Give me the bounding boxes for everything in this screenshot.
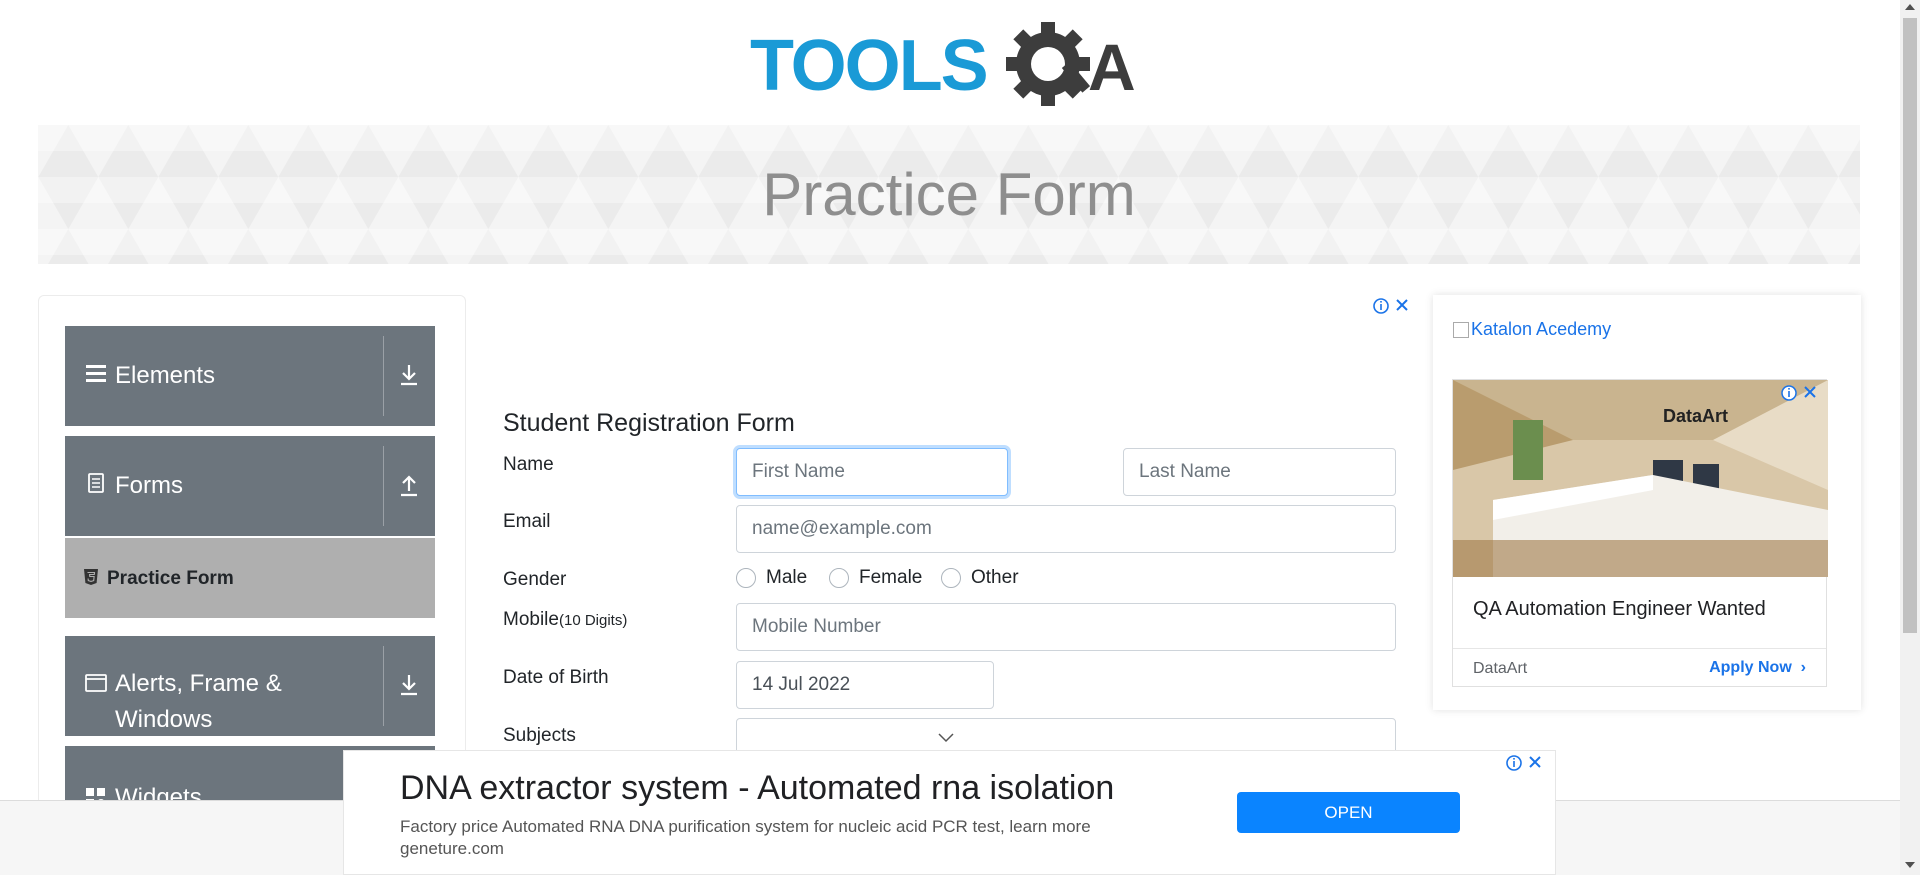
broken-image-icon — [1453, 321, 1469, 338]
sidebar-group-elements[interactable]: Elements — [65, 326, 435, 426]
scroll-up-arrow-icon[interactable] — [1905, 4, 1915, 10]
sidebar-group-label: Elements — [115, 362, 216, 389]
close-icon — [1529, 756, 1541, 768]
sidebar-item-label: Practice Form — [107, 568, 234, 589]
image-alt-text: Katalon Acedemy — [1471, 319, 1612, 339]
dob-label: Date of Birth — [503, 667, 609, 688]
ad-card[interactable]: DataArt QA Automation Engineer Wanted Da… — [1452, 379, 1828, 687]
radio-label: Male — [766, 567, 808, 588]
svg-text:A: A — [1088, 30, 1136, 104]
sidebar-group-label: Alerts, Frame & Windows — [115, 670, 282, 733]
gear-icon — [1006, 22, 1091, 106]
open-button[interactable]: OPEN — [1237, 792, 1460, 833]
first-name-input[interactable] — [736, 448, 1008, 496]
window-icon — [85, 674, 107, 692]
subjects-label: Subjects — [503, 725, 576, 746]
radio-label: Other — [971, 567, 1019, 588]
ad-choices-controls[interactable] — [1780, 384, 1820, 402]
ad-headline[interactable]: DNA extractor system - Automated rna iso… — [400, 769, 1114, 808]
divider — [383, 646, 384, 726]
date-of-birth-input[interactable]: 14 Jul 2022 — [736, 661, 994, 709]
ad-domain: geneture.com — [400, 839, 504, 858]
email-input[interactable] — [736, 505, 1396, 553]
gender-radio-other[interactable]: Other — [941, 567, 1019, 589]
gender-radio-female[interactable]: Female — [829, 567, 922, 589]
page: TOOLS A Practice Form Elements Forms Pra… — [0, 0, 1920, 875]
divider — [383, 446, 384, 526]
radio-button[interactable] — [736, 568, 756, 588]
email-label: Email — [503, 511, 551, 532]
gender-radio-male[interactable]: Male — [736, 567, 807, 589]
close-icon — [1396, 299, 1408, 311]
mobile-label: Mobile(10 Digits) — [503, 609, 627, 631]
page-title: Practice Form — [762, 161, 1136, 228]
svg-text:TOOLS: TOOLS — [750, 26, 987, 106]
sidebar-group-forms[interactable]: Forms — [65, 436, 435, 536]
apply-now-button[interactable]: Apply Now › — [1709, 659, 1806, 677]
sidebar-advertisement[interactable]: Katalon Acedemy DataArt QA Automation En… — [1433, 295, 1861, 710]
chevron-down-icon — [938, 733, 954, 743]
radio-label: Female — [859, 567, 923, 588]
upload-arrow-icon[interactable] — [397, 472, 421, 498]
cta-label: Apply Now — [1709, 659, 1792, 676]
toolsqa-logo[interactable]: TOOLS A — [750, 18, 1152, 114]
document-icon — [88, 473, 104, 493]
mobile-hint: (10 Digits) — [558, 612, 628, 629]
ad-description: Factory price Automated RNA DNA purifica… — [400, 817, 1091, 836]
bottom-advertisement[interactable]: DNA extractor system - Automated rna iso… — [343, 750, 1556, 875]
divider — [1453, 648, 1826, 649]
form-title: Student Registration Form — [503, 409, 795, 437]
katalon-ad-link[interactable]: Katalon Acedemy — [1453, 319, 1611, 340]
name-label: Name — [503, 454, 554, 475]
chevron-right-icon: › — [1796, 659, 1806, 676]
gender-label: Gender — [503, 569, 567, 590]
last-name-input[interactable] — [1123, 448, 1396, 496]
scroll-down-arrow-icon[interactable] — [1905, 862, 1915, 868]
hamburger-icon — [86, 365, 106, 382]
photo-brand-text: DataArt — [1663, 406, 1728, 426]
scrollbar-thumb[interactable] — [1903, 18, 1917, 633]
divider — [383, 336, 384, 416]
mobile-label-text: Mobile — [503, 609, 559, 630]
sidebar-item-practice-form[interactable]: Practice Form — [65, 538, 435, 618]
radio-button[interactable] — [941, 568, 961, 588]
ad-choices-controls[interactable] — [1505, 753, 1547, 773]
ad-choices-controls[interactable] — [1372, 296, 1414, 316]
vertical-scrollbar[interactable] — [1900, 0, 1920, 875]
download-arrow-icon[interactable] — [397, 362, 421, 388]
office-reception-photo: DataArt — [1453, 380, 1828, 577]
download-arrow-icon[interactable] — [397, 672, 421, 698]
ad-headline[interactable]: QA Automation Engineer Wanted — [1473, 598, 1766, 621]
ad-advertiser: DataArt — [1473, 660, 1528, 677]
mobile-input[interactable] — [736, 603, 1396, 651]
page-banner: Practice Form — [38, 125, 1860, 264]
sidebar-group-alerts[interactable]: Alerts, Frame & Windows — [65, 636, 435, 736]
html5-icon — [84, 569, 98, 585]
radio-button[interactable] — [829, 568, 849, 588]
sidebar-group-label: Forms — [115, 472, 183, 499]
